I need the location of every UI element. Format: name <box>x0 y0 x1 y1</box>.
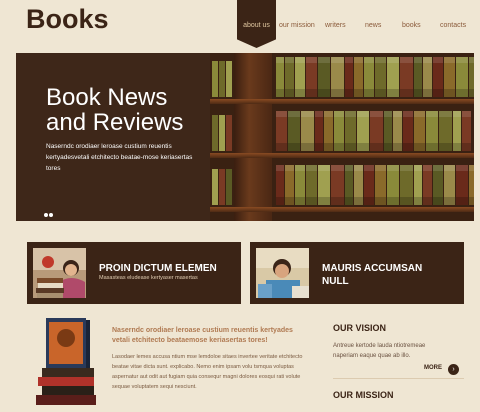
book-stack-image <box>34 316 100 408</box>
card-subtitle: Masasteas eludease kertyaser masertas <box>99 275 198 281</box>
card-title: MAURIS ACCUMSAN NULL <box>322 262 422 288</box>
mission-heading: OUR MISSION <box>333 390 394 400</box>
card-title: PROIN DICTUM ELEMEN <box>99 263 217 274</box>
divider <box>333 378 464 379</box>
hero-slider: Book News and Reviews Naserndc orodiaer … <box>16 53 474 221</box>
arrow-right-icon[interactable]: › <box>448 364 459 375</box>
girl-reading-thumbnail <box>33 248 86 298</box>
slider-dot[interactable] <box>49 213 53 217</box>
card-title-line1: MAURIS ACCUMSAN <box>322 263 423 274</box>
nav-item-label: about us <box>243 22 270 29</box>
slider-dot[interactable] <box>44 213 48 217</box>
boy-reading-thumbnail <box>256 248 309 298</box>
hero-title: Book News and Reviews <box>46 85 183 135</box>
nav-item-about-us[interactable]: about us <box>237 0 276 48</box>
vision-text: Antreue kertode lauda ntiotremeae naperi… <box>333 343 426 359</box>
nav-item-books[interactable]: books <box>402 22 421 29</box>
nav-item-writers[interactable]: writers <box>325 22 346 29</box>
nav-item-news[interactable]: news <box>365 22 381 29</box>
feature-card-1[interactable]: PROIN DICTUM ELEMEN Masasteas eludease k… <box>27 242 241 304</box>
main-nav: about us our mission writers news books … <box>236 0 480 48</box>
hero-title-line1: Book News <box>46 84 168 111</box>
nav-item-contacts[interactable]: contacts <box>440 22 466 29</box>
more-link[interactable]: MORE <box>424 365 442 371</box>
vision-heading: OUR VISION <box>333 323 387 333</box>
hero-title-line2: and Reviews <box>46 109 184 136</box>
hero-text: Naserndc orodiaer leroase custium reuent… <box>46 143 193 172</box>
slider-dots <box>44 204 54 221</box>
about-title: Naserndc orodiaer leroase custium reuent… <box>112 327 293 344</box>
feature-card-2[interactable]: MAURIS ACCUMSAN NULL <box>250 242 464 304</box>
nav-item-our-mission[interactable]: our mission <box>279 22 315 29</box>
about-body: Lasodaer lemes accusa ntium mse lemdoloe… <box>112 354 303 390</box>
card-title-line2: NULL <box>322 276 349 287</box>
library-shelves-image <box>210 53 474 221</box>
site-logo[interactable]: Books <box>26 4 109 35</box>
